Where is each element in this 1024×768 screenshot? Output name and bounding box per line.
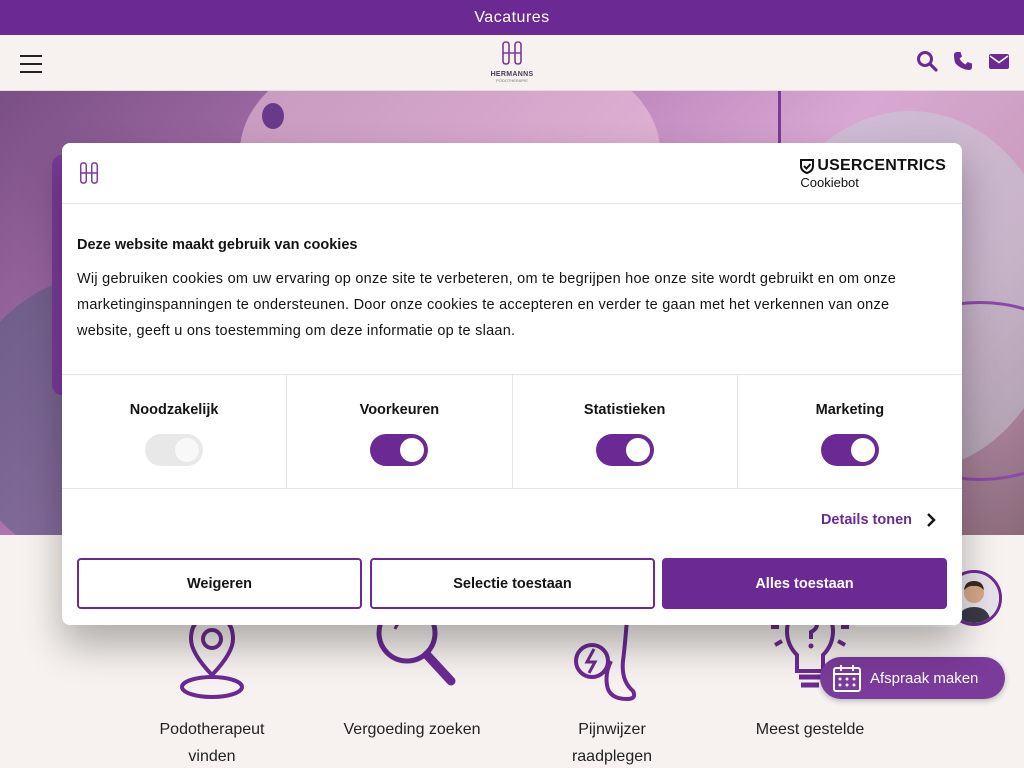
cookie-description: Wij gebruiken cookies om uw ervaring op … — [77, 271, 897, 339]
necessary-toggle — [145, 434, 204, 466]
allow-selection-button[interactable]: Selectie toestaan — [370, 558, 655, 609]
show-details-link[interactable]: Details tonen — [821, 512, 938, 528]
category-label: Statistieken — [583, 402, 666, 418]
category-statistics: Statistieken — [513, 375, 738, 488]
category-marketing: Marketing — [738, 375, 962, 488]
shield-check-icon — [800, 158, 815, 174]
cookie-overlay: USERCENTRICS Cookiebot Deze website maak… — [0, 0, 1024, 768]
cookie-dialog-header: USERCENTRICS Cookiebot — [62, 143, 962, 204]
marketing-toggle[interactable] — [820, 434, 879, 466]
details-label: Details tonen — [820, 512, 912, 528]
category-label: Marketing — [815, 402, 885, 418]
cookie-dialog: USERCENTRICS Cookiebot Deze website maak… — [62, 143, 962, 625]
preferences-toggle[interactable] — [370, 434, 429, 466]
category-label: Noodzakelijk — [129, 402, 219, 418]
cookie-title: Deze website maakt gebruik van cookies — [77, 237, 358, 253]
site-logo-icon — [80, 162, 98, 184]
provider-product: Cookiebot — [800, 175, 859, 190]
allow-all-button[interactable]: Alles toestaan — [662, 558, 947, 609]
category-necessary: Noodzakelijk — [62, 375, 288, 488]
reject-button[interactable]: Weigeren — [77, 558, 362, 609]
statistics-toggle[interactable] — [595, 434, 654, 466]
cookie-categories: Noodzakelijk Voorkeuren Statistieken Mar… — [62, 374, 962, 489]
chevron-right-icon — [927, 513, 936, 527]
category-preferences: Voorkeuren — [287, 375, 513, 488]
category-label: Voorkeuren — [359, 402, 440, 418]
cookiebot-logo[interactable]: USERCENTRICS Cookiebot — [800, 157, 946, 190]
provider-brand: USERCENTRICS — [817, 157, 946, 174]
